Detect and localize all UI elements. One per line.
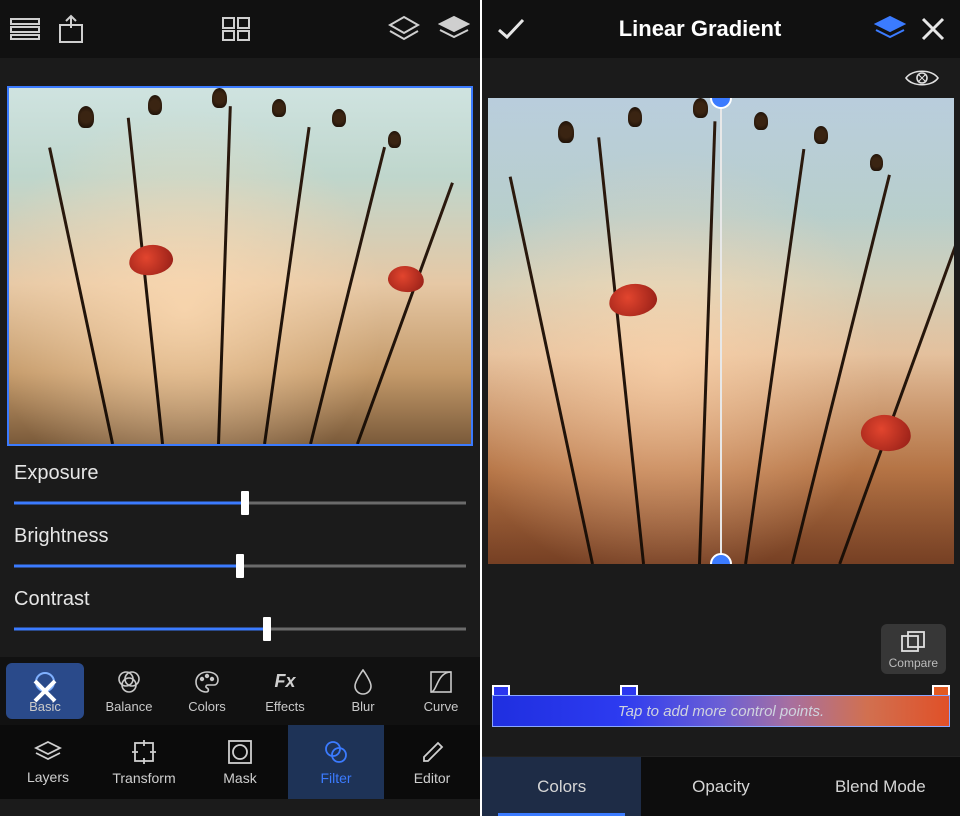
filter-tab-label: Curve	[424, 699, 459, 714]
drop-icon	[353, 669, 373, 695]
nav-label: Layers	[27, 769, 69, 785]
filter-tab-label: Blur	[351, 699, 374, 714]
tab-blend-mode[interactable]: Blend Mode	[801, 757, 960, 816]
grid-icon[interactable]	[222, 17, 250, 41]
tab-opacity[interactable]: Opacity	[641, 757, 800, 816]
gradient-guide-line	[720, 98, 722, 564]
filter-tab-label: Basic	[29, 699, 61, 714]
balance-icon	[116, 669, 142, 695]
nav-transform[interactable]: Transform	[96, 725, 192, 799]
tab-colors[interactable]: Colors	[482, 757, 641, 816]
slider-label: Exposure	[14, 462, 466, 485]
nav-label: Transform	[112, 770, 175, 786]
fx-icon: Fx	[274, 669, 295, 695]
layer-outline-icon[interactable]	[388, 15, 420, 43]
nav-label: Editor	[414, 770, 451, 786]
sliders-section: Exposure Brightness Contrast	[0, 452, 480, 657]
gradient-property-tabs: Colors Opacity Blend Mode	[482, 756, 960, 816]
palette-icon	[194, 669, 220, 695]
filter-tab-label: Colors	[188, 699, 226, 714]
editor-panel-right: Linear Gradient	[480, 0, 960, 816]
slider-contrast: Contrast	[14, 588, 466, 639]
filter-tab-colors[interactable]: Colors	[168, 657, 246, 725]
visibility-row	[482, 58, 960, 98]
tab-label: Colors	[537, 777, 586, 797]
gradient-hint: Tap to add more control points.	[618, 703, 824, 720]
image-canvas[interactable]	[7, 86, 473, 446]
filter-tab-effects[interactable]: Fx Effects	[246, 657, 324, 725]
filter-tab-curve[interactable]: Curve	[402, 657, 480, 725]
confirm-icon[interactable]	[496, 17, 526, 41]
basic-icon	[33, 669, 57, 695]
title-bar: Linear Gradient	[482, 0, 960, 58]
eye-icon[interactable]	[904, 67, 940, 89]
layers-icon[interactable]	[438, 15, 470, 43]
slider-brightness: Brightness	[14, 525, 466, 576]
slider-label: Brightness	[14, 525, 466, 548]
tab-label: Opacity	[692, 777, 750, 797]
nav-mask[interactable]: Mask	[192, 725, 288, 799]
slider-label: Contrast	[14, 588, 466, 611]
filter-tab-blur[interactable]: Blur	[324, 657, 402, 725]
panel-title: Linear Gradient	[540, 16, 860, 42]
nav-label: Mask	[223, 770, 256, 786]
compare-label: Compare	[889, 656, 938, 670]
gradient-bar[interactable]: Tap to add more control points.	[492, 695, 950, 727]
share-icon[interactable]	[58, 14, 84, 44]
curve-icon	[429, 669, 453, 695]
nav-layers[interactable]: Layers	[0, 725, 96, 799]
slider-contrast-track[interactable]	[14, 619, 466, 639]
filter-category-tabs: Basic Balance Colors Fx Effects Blur	[0, 657, 480, 725]
tab-label: Blend Mode	[835, 777, 926, 797]
gradient-editor: Tap to add more control points.	[482, 695, 960, 727]
filter-tab-basic[interactable]: Basic	[6, 663, 84, 719]
canvas-area	[482, 98, 960, 570]
nav-label: Filter	[320, 770, 351, 786]
slider-exposure: Exposure	[14, 462, 466, 513]
bottom-nav: Layers Transform Mask Filter Editor	[0, 725, 480, 799]
canvas-area	[0, 58, 480, 452]
filter-tab-label: Balance	[106, 699, 153, 714]
editor-panel-left: Exposure Brightness Contrast	[0, 0, 480, 816]
nav-editor[interactable]: Editor	[384, 725, 480, 799]
filter-tab-label: Effects	[265, 699, 305, 714]
nav-filter[interactable]: Filter	[288, 725, 384, 799]
slider-exposure-track[interactable]	[14, 493, 466, 513]
layers-highlight-icon[interactable]	[874, 15, 906, 43]
slider-brightness-track[interactable]	[14, 556, 466, 576]
filter-tab-balance[interactable]: Balance	[90, 657, 168, 725]
image-canvas[interactable]	[488, 98, 954, 564]
menu-list-icon[interactable]	[10, 18, 40, 40]
compare-button[interactable]: Compare	[881, 624, 946, 674]
close-icon[interactable]	[920, 16, 946, 42]
top-toolbar	[0, 0, 480, 58]
